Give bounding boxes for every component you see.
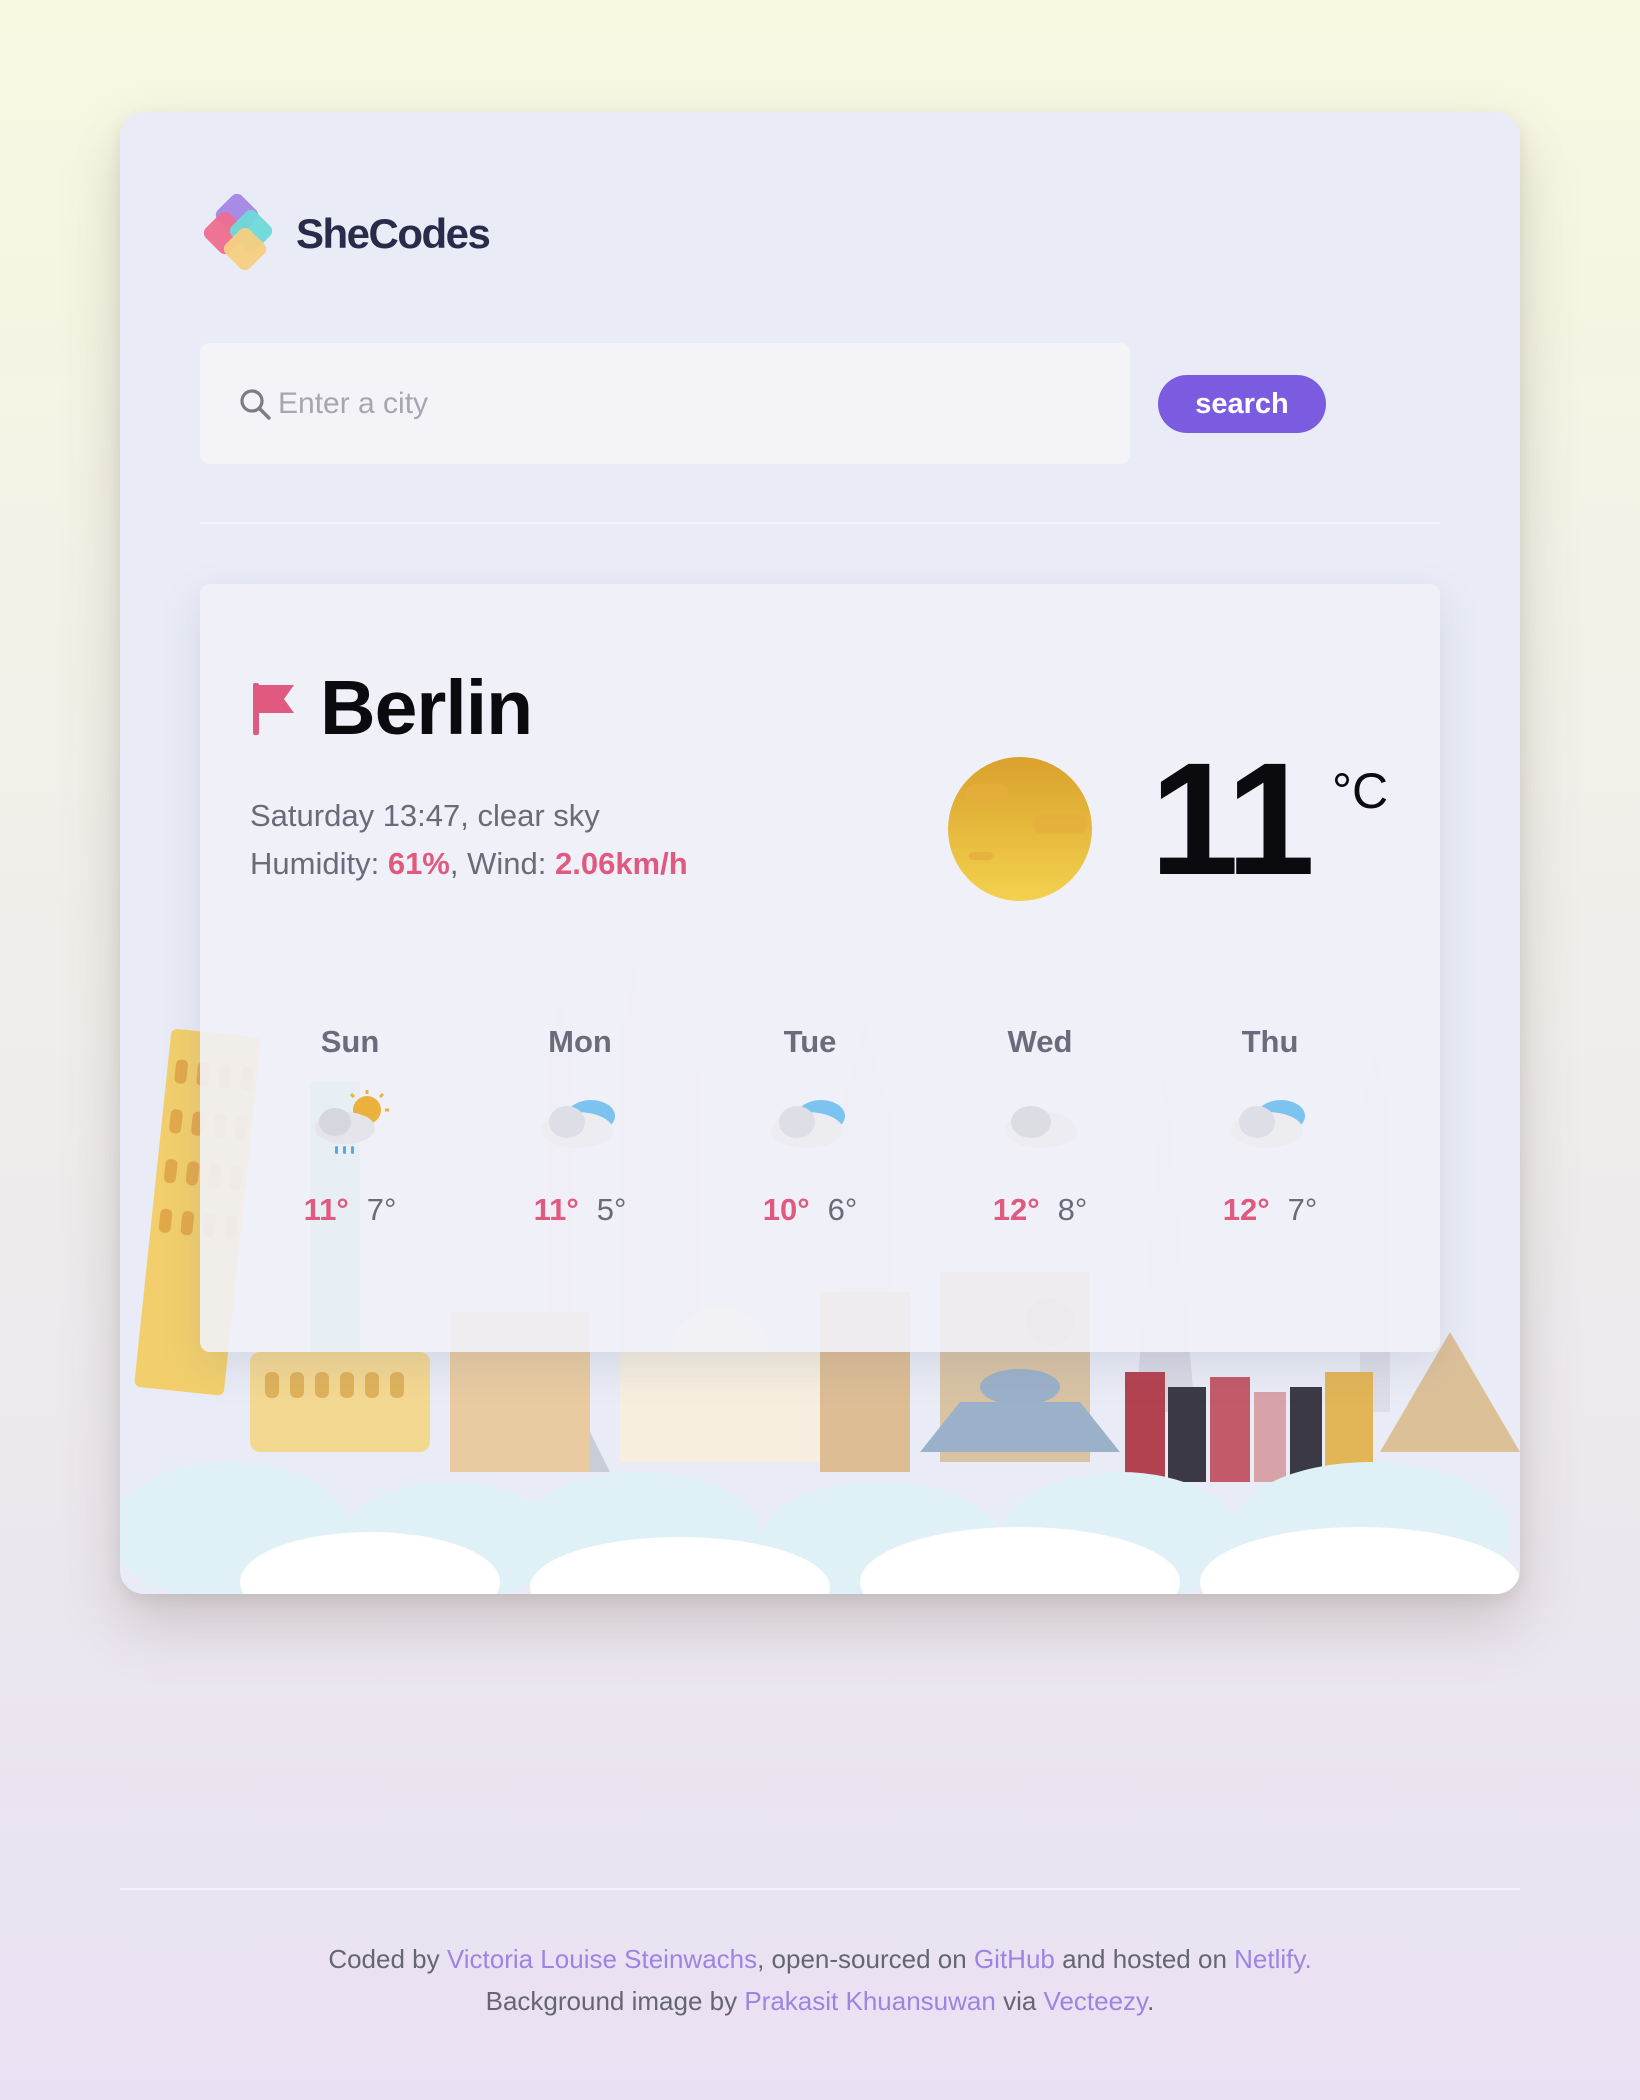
github-link[interactable]: GitHub <box>974 1944 1055 1974</box>
photographer-link[interactable]: Prakasit Khuansuwan <box>744 1986 995 2016</box>
forecast-max-temp: 10° <box>762 1192 810 1227</box>
footer-background-credit-line: Background image by Prakasit Khuansuwan … <box>0 1980 1640 2022</box>
weather-description: clear sky <box>477 798 600 833</box>
humidity-wind-line: Humidity: 61%, Wind: 2.06km/h <box>250 846 688 881</box>
search-button[interactable]: search <box>1158 375 1326 433</box>
forecast-max-temp: 12° <box>992 1192 1040 1227</box>
forecast: Sun 11° 7° Mon 11° 5° Tue 10° 6° Wed 12°… <box>250 1024 1410 1264</box>
current-temperature: 11 <box>1150 729 1315 908</box>
shecodes-logo-mark-icon <box>200 190 292 276</box>
clear-sky-sun-icon <box>948 757 1092 901</box>
wind-value: 2.06km/h <box>554 846 688 881</box>
forecast-day-name: Tue <box>783 1024 837 1059</box>
rain-sun-cloud-icon <box>315 1090 389 1154</box>
weather-app-card: SheCodes search <box>120 112 1520 1594</box>
city-name: Berlin <box>320 665 533 751</box>
weather-details: Saturday 13:47, clear sky Humidity: 61%,… <box>250 792 688 888</box>
footer-divider <box>120 1888 1520 1890</box>
forecast-min-temp: 8° <box>1057 1192 1088 1227</box>
forecast-max-temp: 11° <box>533 1192 579 1227</box>
cloud-icon <box>541 1100 615 1148</box>
forecast-min-temp: 5° <box>596 1192 627 1227</box>
divider <box>200 522 1440 524</box>
background-by-text: Background image by <box>485 1986 738 2016</box>
forecast-day-name: Thu <box>1241 1024 1299 1059</box>
weather-card: Berlin Saturday 13:47, clear sky Humidit… <box>200 584 1440 1352</box>
grey-cloud-icon <box>1005 1106 1077 1148</box>
city-search-input[interactable] <box>278 373 1078 434</box>
period-text: . <box>1147 1986 1155 2016</box>
netlify-link[interactable]: Netlify. <box>1234 1944 1312 1974</box>
forecast-max-temp: 12° <box>1222 1192 1270 1227</box>
forecast-day-name: Sun <box>320 1024 380 1059</box>
author-link[interactable]: Victoria Louise Steinwachs <box>447 1944 757 1974</box>
brand-name: SheCodes <box>296 210 491 257</box>
forecast-day: Mon 11° 5° <box>480 1024 680 1228</box>
forecast-day: Wed 12° 8° <box>940 1024 1140 1228</box>
vecteezy-link[interactable]: Vecteezy <box>1044 1986 1148 2016</box>
cloud-icon <box>771 1100 845 1148</box>
forecast-min-temp: 7° <box>366 1192 397 1227</box>
search-field[interactable] <box>200 343 1130 464</box>
humidity-value: 61% <box>387 846 450 881</box>
footer-credits-line: Coded by Victoria Louise Steinwachs, ope… <box>0 1938 1640 1980</box>
shecodes-logo[interactable]: SheCodes <box>200 190 491 276</box>
datetime-description-line: Saturday 13:47, clear sky <box>250 798 600 833</box>
wind-label: Wind: <box>467 846 547 881</box>
forecast-day: Thu 12° 7° <box>1170 1024 1370 1228</box>
forecast-day: Tue 10° 6° <box>710 1024 910 1228</box>
forecast-min-temp: 7° <box>1287 1192 1318 1227</box>
forecast-max-temp: 11° <box>303 1192 349 1227</box>
current-day-time: Saturday 13:47 <box>250 798 461 833</box>
forecast-day-name: Wed <box>1007 1024 1073 1059</box>
flag-icon <box>253 682 294 735</box>
open-sourced-text: , open-sourced on <box>757 1944 967 1974</box>
temperature-unit[interactable]: °C <box>1332 762 1388 820</box>
search-icon <box>238 387 272 421</box>
cloud-icon <box>1231 1100 1305 1148</box>
via-text: via <box>1003 1986 1037 2016</box>
forecast-day: Sun 11° 7° <box>250 1024 450 1228</box>
coded-by-text: Coded by <box>328 1944 440 1974</box>
humidity-label: Humidity: <box>250 846 380 881</box>
forecast-day-name: Mon <box>548 1024 612 1059</box>
hosted-text: and hosted on <box>1062 1944 1227 1974</box>
forecast-min-temp: 6° <box>827 1192 858 1227</box>
city-heading-row: Berlin <box>250 664 533 753</box>
footer: Coded by Victoria Louise Steinwachs, ope… <box>0 1938 1640 2022</box>
